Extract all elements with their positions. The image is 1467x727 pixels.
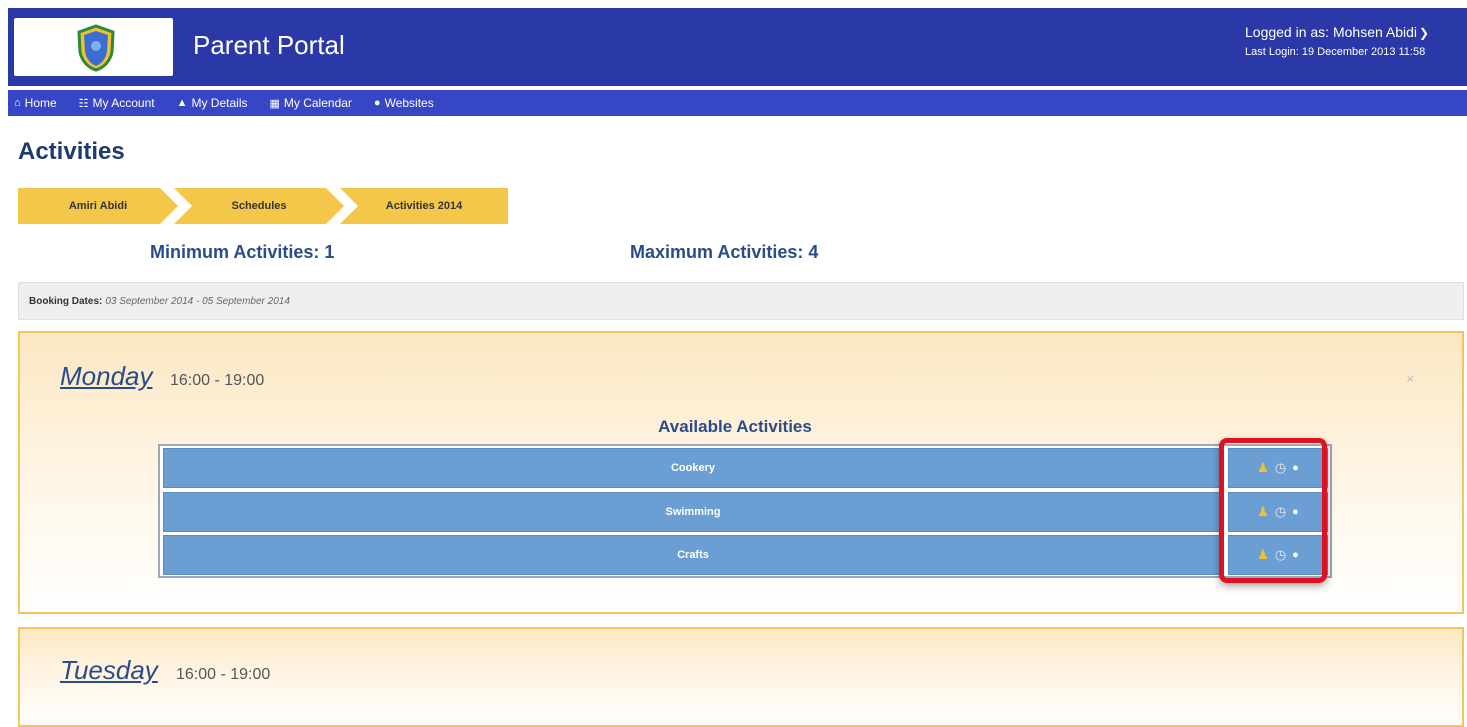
day-name-monday[interactable]: Monday <box>60 361 153 392</box>
user-menu[interactable]: Logged in as: Mohsen Abidi ❯ <box>1245 24 1465 40</box>
id-card-icon: ☷ <box>78 97 89 110</box>
nav-my-details[interactable]: ▲ My Details <box>169 96 262 110</box>
clock-icon[interactable]: ◷ <box>1275 504 1286 520</box>
day-panel-monday: Monday 16:00 - 19:00 × Available Activit… <box>18 331 1464 614</box>
close-icon[interactable]: × <box>1406 371 1414 386</box>
login-info[interactable]: Logged in as: Mohsen Abidi ❯ Last Login: … <box>1245 24 1465 58</box>
nav-home-label: Home <box>24 96 57 110</box>
globe-icon: ● <box>373 97 381 109</box>
app-header: Parent Portal Logged in as: Mohsen Abidi… <box>8 8 1467 86</box>
maximum-activities: Maximum Activities: 4 <box>630 242 819 262</box>
logged-in-text: Logged in as: Mohsen Abidi <box>1245 24 1418 40</box>
available-activities-text: Available Activities <box>658 417 812 436</box>
nav-home[interactable]: ⌂ Home <box>8 96 71 110</box>
activity-row-cookery[interactable]: Cookery <box>163 448 1223 488</box>
chevron-down-icon[interactable]: ❯ <box>1419 26 1429 40</box>
breadcrumb-activities-2014[interactable]: Activities 2014 <box>340 188 508 224</box>
people-icon[interactable]: ♟ <box>1257 460 1269 476</box>
people-icon[interactable]: ♟ <box>1257 504 1269 520</box>
home-icon: ⌂ <box>14 97 21 109</box>
school-logo[interactable] <box>14 18 173 76</box>
calendar-icon: ▦ <box>269 97 280 110</box>
activity-actions: ♟ ◷ ● <box>1228 448 1328 488</box>
breadcrumb-student[interactable]: Amiri Abidi <box>18 188 178 224</box>
day-time-tuesday: 16:00 - 19:00 <box>176 666 271 683</box>
search-icon[interactable]: ● <box>1292 506 1299 518</box>
activity-actions: ♟ ◷ ● <box>1228 492 1328 532</box>
app-title: Parent Portal <box>193 30 345 60</box>
nav-my-details-label: My Details <box>191 96 248 110</box>
nav-websites[interactable]: ● Websites <box>366 96 448 110</box>
nav-my-calendar[interactable]: ▦ My Calendar <box>261 96 365 110</box>
search-icon[interactable]: ● <box>1292 462 1299 474</box>
booking-dates-label: Booking Dates: <box>29 295 103 307</box>
nav-my-calendar-label: My Calendar <box>283 96 352 110</box>
booking-dates: Booking Dates: 03 September 2014 - 05 Se… <box>18 282 1464 320</box>
minimum-activities: Minimum Activities: 1 <box>150 242 335 262</box>
booking-dates-value: 03 September 2014 - 05 September 2014 <box>105 295 290 307</box>
day-name-tuesday[interactable]: Tuesday <box>60 655 158 686</box>
day-panel-tuesday: Tuesday 16:00 - 19:00 <box>18 627 1464 727</box>
nav-websites-label: Websites <box>384 96 434 110</box>
available-activities-title: Available Activities <box>20 417 1462 437</box>
clock-icon[interactable]: ◷ <box>1275 460 1286 476</box>
activities-table: Cookery ♟ ◷ ● Swimming ♟ ◷ ● Crafts ♟ ◷ … <box>158 444 1332 578</box>
shield-logo-icon <box>77 24 115 72</box>
breadcrumb: Amiri Abidi Schedules Activities 2014 <box>18 188 508 224</box>
activity-row-crafts[interactable]: Crafts <box>163 535 1223 575</box>
clock-icon[interactable]: ◷ <box>1275 547 1286 563</box>
user-icon: ▲ <box>176 97 188 109</box>
search-icon[interactable]: ● <box>1292 549 1299 561</box>
activity-actions: ♟ ◷ ● <box>1228 535 1328 575</box>
main-nav: ⌂ Home ☷ My Account ▲ My Details ▦ My Calend… <box>8 90 1467 116</box>
nav-my-account[interactable]: ☷ My Account <box>71 96 169 110</box>
day-time-monday: 16:00 - 19:00 <box>170 372 265 389</box>
last-login-text: Last Login: 19 December 2013 11:58 <box>1245 46 1426 58</box>
people-icon[interactable]: ♟ <box>1257 547 1269 563</box>
breadcrumb-schedules[interactable]: Schedules <box>174 188 344 224</box>
page-title: Activities <box>18 138 125 165</box>
activity-row-swimming[interactable]: Swimming <box>163 492 1223 532</box>
nav-my-account-label: My Account <box>92 96 155 110</box>
